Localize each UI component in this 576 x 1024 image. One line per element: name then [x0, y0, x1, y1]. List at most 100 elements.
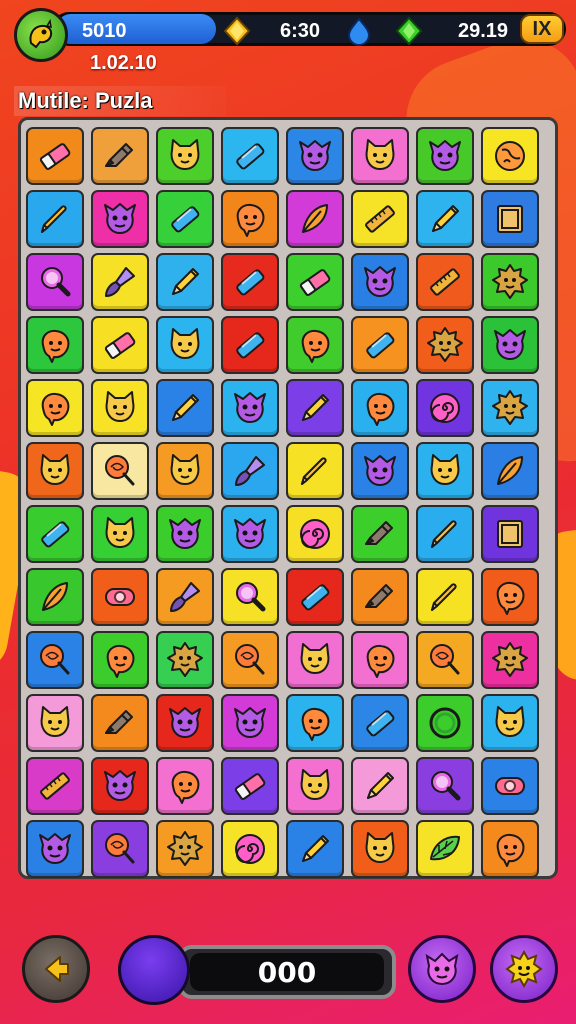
tile[interactable]: [221, 442, 279, 500]
tile[interactable]: [416, 253, 474, 311]
tile[interactable]: [156, 505, 214, 563]
tile[interactable]: [481, 253, 539, 311]
tile[interactable]: [91, 316, 149, 374]
tile[interactable]: [351, 379, 409, 437]
tile[interactable]: [26, 379, 84, 437]
tile[interactable]: [26, 757, 84, 815]
tile[interactable]: [351, 568, 409, 626]
tile[interactable]: [91, 757, 149, 815]
tile[interactable]: [156, 442, 214, 500]
tile[interactable]: [481, 631, 539, 689]
tile[interactable]: [156, 631, 214, 689]
tile[interactable]: [351, 316, 409, 374]
tile[interactable]: [286, 379, 344, 437]
tile[interactable]: [416, 442, 474, 500]
tile[interactable]: [416, 568, 474, 626]
tile[interactable]: [286, 820, 344, 878]
tile[interactable]: [481, 442, 539, 500]
tile[interactable]: [481, 379, 539, 437]
tile[interactable]: [91, 442, 149, 500]
tile[interactable]: [221, 505, 279, 563]
powerup-monster-button[interactable]: [408, 935, 476, 1003]
tile[interactable]: [221, 379, 279, 437]
tile[interactable]: [351, 505, 409, 563]
tile[interactable]: [156, 568, 214, 626]
tile[interactable]: [286, 694, 344, 752]
tile[interactable]: [156, 694, 214, 752]
tile[interactable]: [26, 820, 84, 878]
player-avatar[interactable]: [14, 8, 68, 62]
tile[interactable]: [286, 568, 344, 626]
tile[interactable]: [221, 757, 279, 815]
tile[interactable]: [221, 316, 279, 374]
tile[interactable]: [481, 505, 539, 563]
tile[interactable]: [416, 316, 474, 374]
tile[interactable]: [416, 190, 474, 248]
tile[interactable]: [26, 442, 84, 500]
tile[interactable]: [91, 694, 149, 752]
tile[interactable]: [351, 190, 409, 248]
tile[interactable]: [91, 190, 149, 248]
tile[interactable]: [221, 631, 279, 689]
tile[interactable]: [416, 631, 474, 689]
tile[interactable]: [26, 316, 84, 374]
tile[interactable]: [286, 631, 344, 689]
tile[interactable]: [91, 631, 149, 689]
tile[interactable]: [156, 253, 214, 311]
tile[interactable]: [156, 316, 214, 374]
tile[interactable]: [26, 190, 84, 248]
tile[interactable]: [351, 127, 409, 185]
tile[interactable]: [91, 379, 149, 437]
tile[interactable]: [26, 694, 84, 752]
tile[interactable]: [91, 127, 149, 185]
tile[interactable]: [156, 379, 214, 437]
tile[interactable]: [91, 820, 149, 878]
tile[interactable]: [286, 442, 344, 500]
tile[interactable]: [26, 505, 84, 563]
tile[interactable]: [286, 127, 344, 185]
tile[interactable]: [416, 379, 474, 437]
tile[interactable]: [416, 127, 474, 185]
tile[interactable]: [221, 190, 279, 248]
tile[interactable]: [481, 757, 539, 815]
tile[interactable]: [221, 568, 279, 626]
tile[interactable]: [481, 568, 539, 626]
tile[interactable]: [156, 820, 214, 878]
tile[interactable]: [481, 316, 539, 374]
tile[interactable]: [26, 253, 84, 311]
tile[interactable]: [481, 694, 539, 752]
tile[interactable]: [481, 190, 539, 248]
tile[interactable]: [286, 253, 344, 311]
tile[interactable]: [221, 253, 279, 311]
tile[interactable]: [26, 631, 84, 689]
tile[interactable]: [481, 127, 539, 185]
tile[interactable]: [26, 127, 84, 185]
close-button[interactable]: IX: [520, 14, 564, 44]
tile[interactable]: [286, 190, 344, 248]
tile[interactable]: [221, 694, 279, 752]
powerup-sun-button[interactable]: [490, 935, 558, 1003]
tile[interactable]: [416, 505, 474, 563]
tile[interactable]: [221, 820, 279, 878]
tile[interactable]: [91, 505, 149, 563]
tile[interactable]: [416, 694, 474, 752]
tile[interactable]: [351, 442, 409, 500]
tile[interactable]: [91, 568, 149, 626]
tile[interactable]: [91, 253, 149, 311]
tile[interactable]: [416, 757, 474, 815]
tile[interactable]: [351, 631, 409, 689]
tile[interactable]: [156, 190, 214, 248]
back-button[interactable]: [22, 935, 90, 1003]
tile[interactable]: [156, 127, 214, 185]
tile[interactable]: [351, 757, 409, 815]
tile[interactable]: [351, 820, 409, 878]
tile[interactable]: [221, 127, 279, 185]
tile[interactable]: [351, 694, 409, 752]
tile[interactable]: [481, 820, 539, 878]
tile[interactable]: [286, 316, 344, 374]
tile[interactable]: [416, 820, 474, 878]
tile[interactable]: [351, 253, 409, 311]
tile[interactable]: [286, 757, 344, 815]
tile[interactable]: [26, 568, 84, 626]
tile[interactable]: [286, 505, 344, 563]
